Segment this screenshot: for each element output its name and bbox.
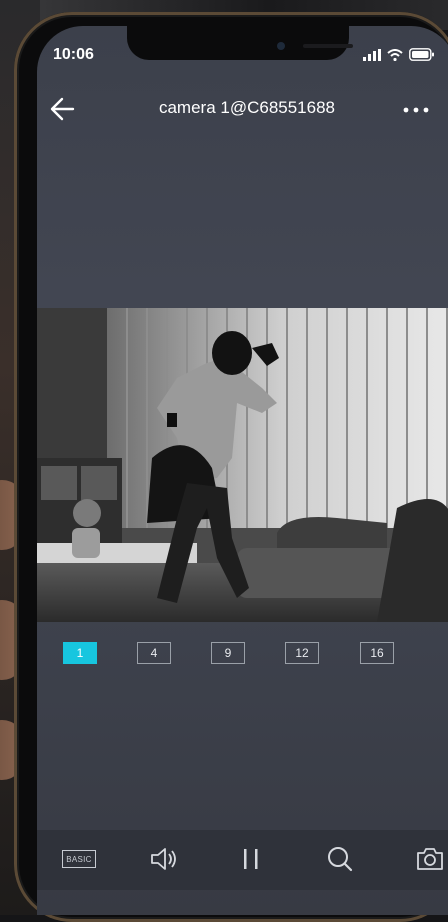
top-bar: camera 1@C68551688 [37, 90, 448, 130]
speaker-icon [151, 848, 176, 870]
page-title: camera 1@C68551688 [158, 98, 336, 117]
basic-button[interactable]: BASIC [59, 842, 99, 876]
status-time: 10:06 [53, 46, 94, 63]
pause-icon [244, 849, 258, 869]
notch [127, 26, 353, 60]
phone-screen: 10:06 camera 1@C68551688 1 4 9 12 16 BAS… [37, 26, 448, 915]
layout-option-1[interactable]: 1 [63, 642, 97, 664]
layout-selector: 1 4 9 12 16 [37, 640, 448, 670]
layout-option-16[interactable]: 16 [360, 642, 394, 664]
status-icons [363, 48, 435, 66]
camera-icon [417, 848, 443, 870]
more-button[interactable] [399, 100, 433, 120]
earpiece-speaker [303, 44, 353, 48]
snapshot-button[interactable] [409, 842, 448, 876]
battery-icon [409, 48, 435, 66]
arrow-left-icon [50, 97, 75, 121]
layout-option-4[interactable]: 4 [137, 642, 171, 664]
layout-option-9[interactable]: 9 [211, 642, 245, 664]
wifi-icon [387, 48, 403, 66]
volume-button[interactable] [147, 842, 181, 876]
pause-button[interactable] [234, 842, 268, 876]
live-video-feed[interactable] [37, 308, 448, 622]
more-dots-icon [403, 107, 429, 113]
zoom-button[interactable] [323, 842, 357, 876]
layout-option-12[interactable]: 12 [285, 642, 319, 664]
basic-label: BASIC [62, 850, 96, 868]
front-camera [277, 42, 285, 50]
magnifier-icon [328, 847, 353, 872]
camera-image [37, 308, 448, 622]
bottom-toolbar: BASIC [37, 830, 448, 890]
signal-icon [363, 48, 381, 66]
back-button[interactable] [45, 92, 79, 126]
